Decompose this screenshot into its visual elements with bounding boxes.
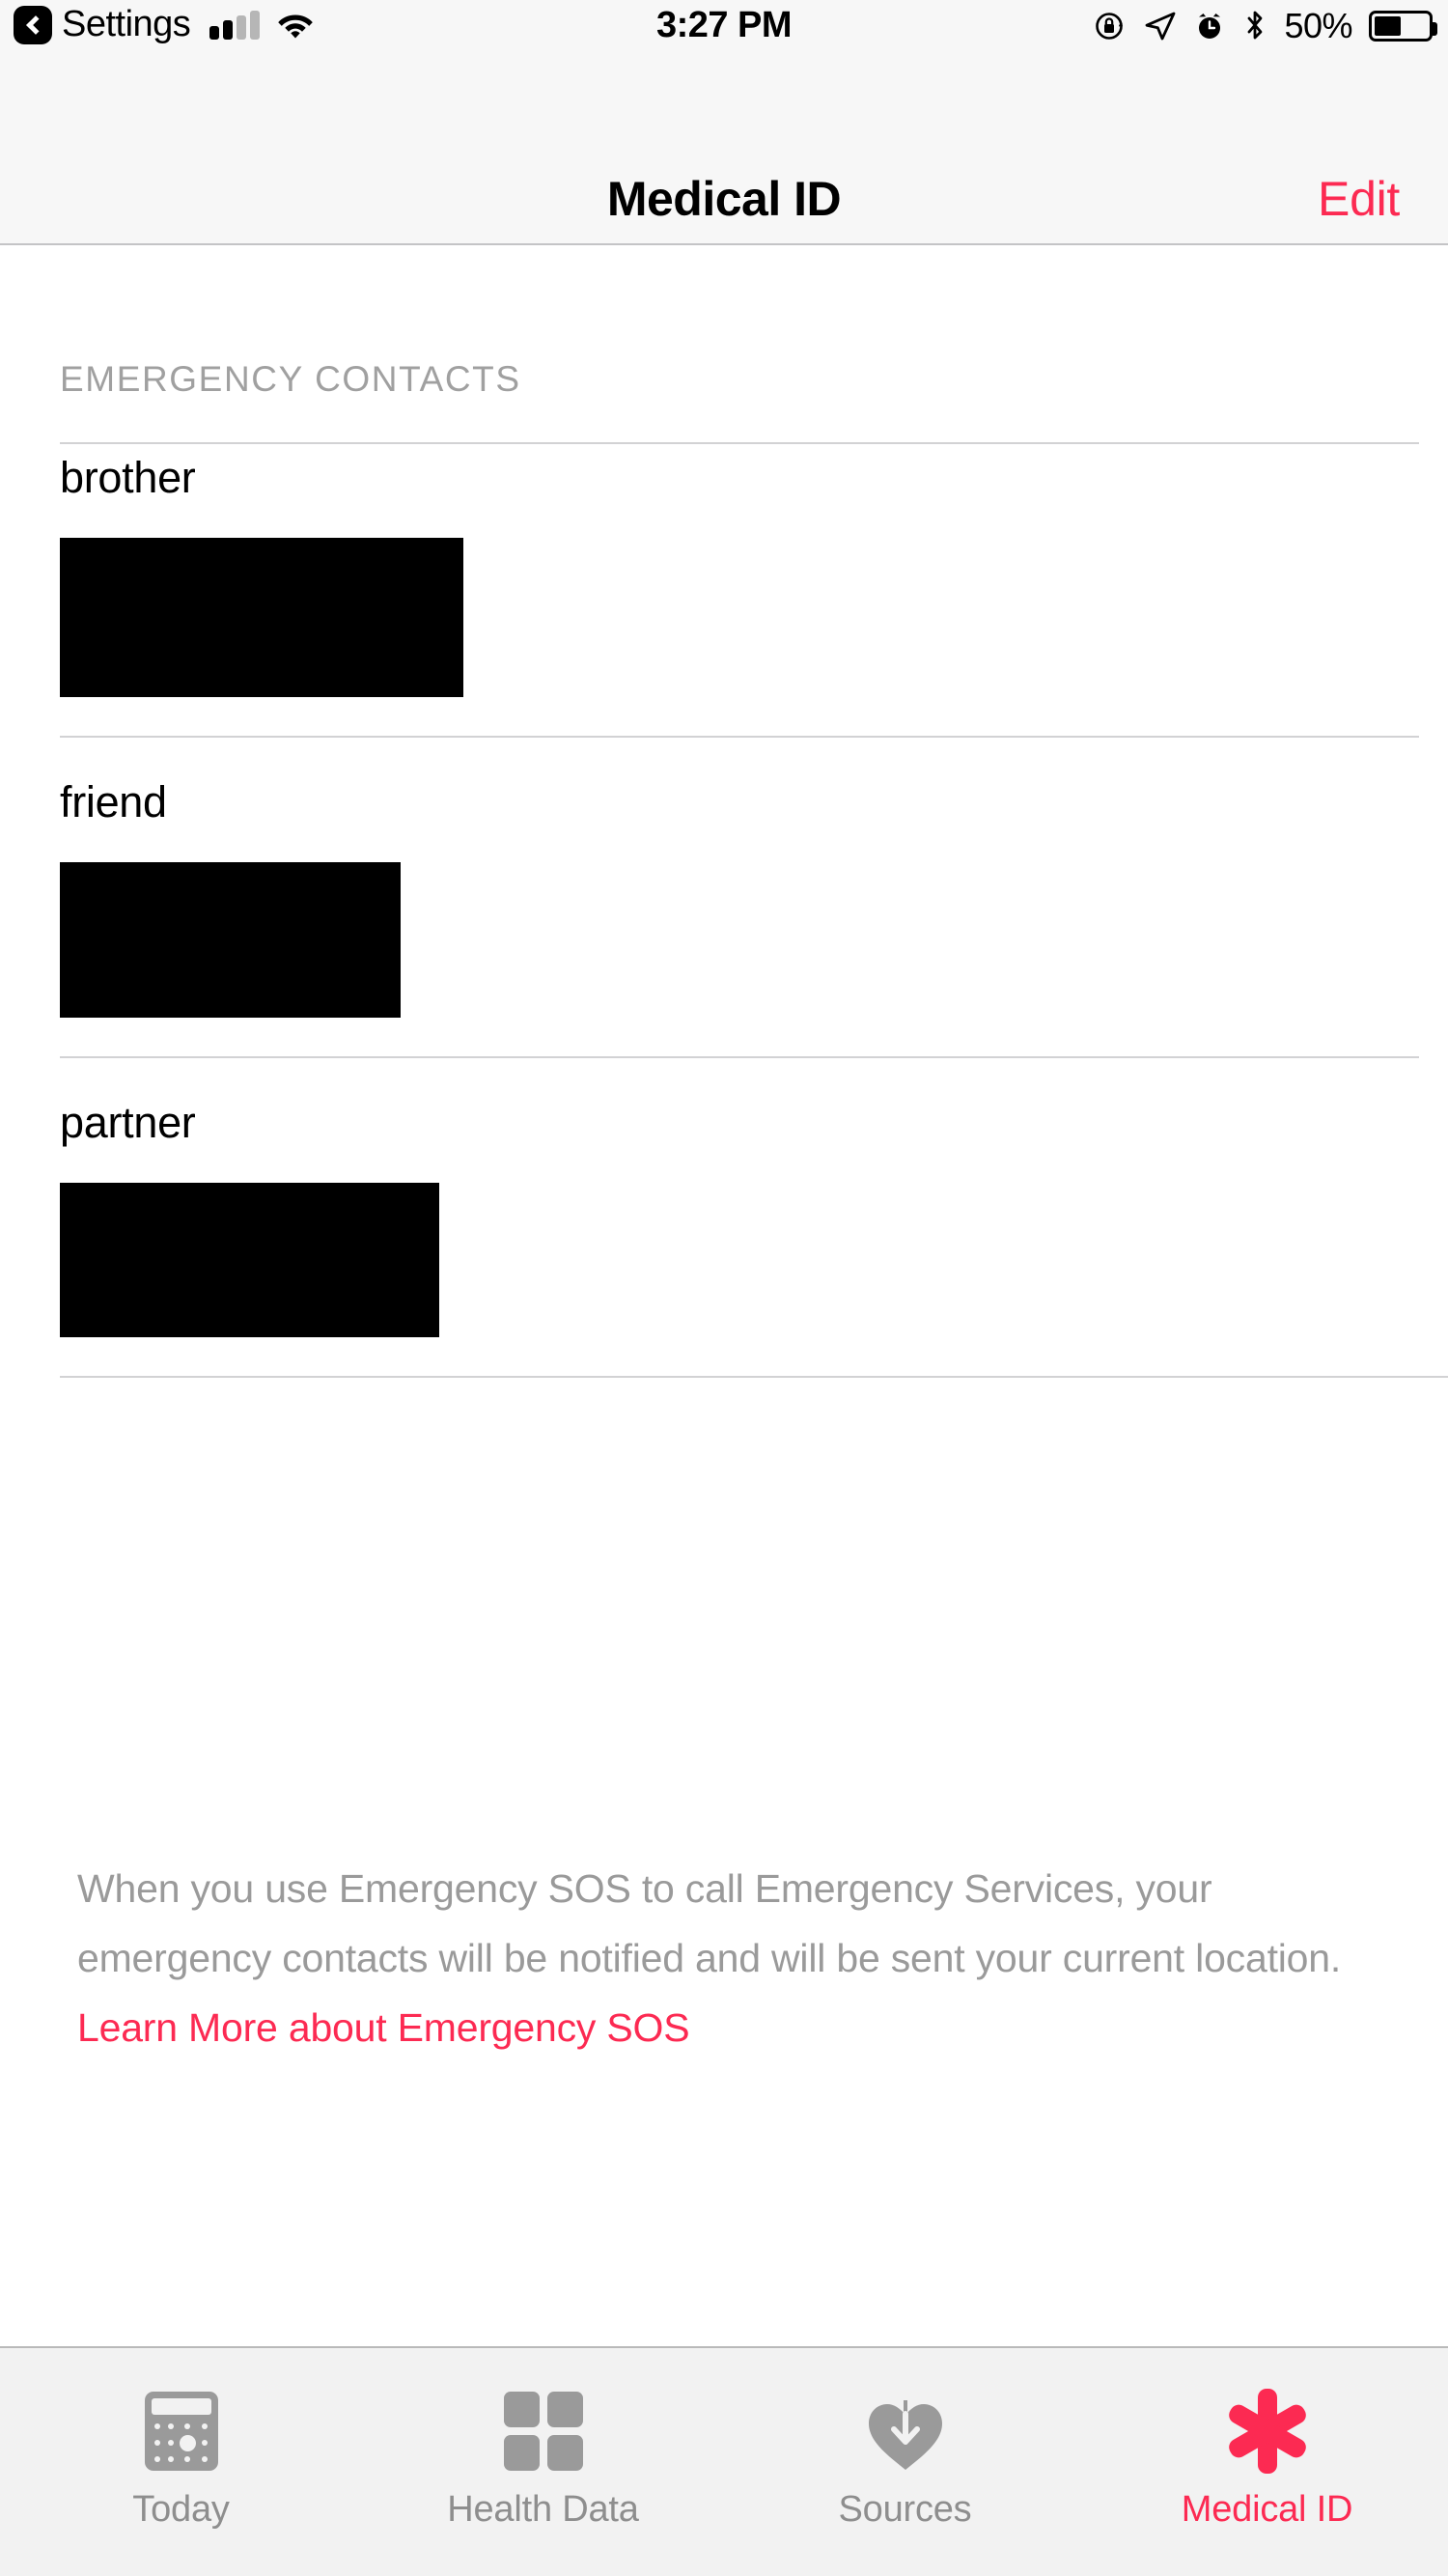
emergency-sos-footnote: When you use Emergency SOS to call Emerg… (77, 1854, 1371, 2062)
contact-value-redacted (60, 1183, 439, 1337)
tab-label-health-data: Health Data (447, 2489, 639, 2530)
battery-fill (1375, 16, 1401, 36)
page-title: Medical ID (606, 172, 842, 226)
contact-relationship-label: partner (60, 1098, 196, 1147)
alarm-clock-icon (1193, 10, 1226, 42)
calendar-today-icon (144, 2385, 218, 2478)
status-bar-right: 50% (1093, 6, 1437, 46)
battery-nub (1433, 22, 1437, 36)
rotation-lock-icon (1093, 9, 1128, 43)
separator (60, 1056, 1419, 1058)
emergency-contact-row[interactable]: friend (60, 780, 401, 1018)
contact-relationship-label: brother (60, 453, 196, 502)
location-arrow-icon (1144, 10, 1177, 42)
section-header-emergency-contacts: EMERGENCY CONTACTS (60, 359, 521, 399)
tab-medical-id[interactable]: Medical ID (1086, 2348, 1448, 2576)
tab-label-sources: Sources (838, 2489, 972, 2530)
contact-value-redacted (60, 538, 463, 697)
tab-bar: Today Health Data Sources Medical ID (0, 2346, 1448, 2576)
emergency-contact-row[interactable]: partner (60, 1101, 439, 1337)
bluetooth-icon (1242, 9, 1267, 43)
tab-today[interactable]: Today (0, 2348, 362, 2576)
tab-label-medical-id: Medical ID (1181, 2489, 1353, 2530)
medical-asterisk-icon (1224, 2385, 1311, 2478)
medical-id-screen: Settings 3:27 PM 50% Medical ID Edit EME… (0, 0, 1448, 2576)
status-bar: Settings 3:27 PM 50% (0, 0, 1448, 60)
grid-squares-icon (503, 2385, 583, 2478)
battery-icon (1369, 11, 1437, 42)
battery-percent-label: 50% (1284, 6, 1352, 45)
navigation-bar: Medical ID Edit (0, 60, 1448, 245)
learn-more-link[interactable]: Learn More about Emergency SOS (77, 2005, 690, 2050)
footnote-text: When you use Emergency SOS to call Emerg… (77, 1866, 1342, 1980)
contact-value-redacted (60, 862, 401, 1018)
content-area: EMERGENCY CONTACTS brother friend partner … (0, 245, 1448, 2346)
heart-download-icon (859, 2385, 952, 2478)
edit-button[interactable]: Edit (1318, 171, 1400, 227)
contact-relationship-label: friend (60, 777, 167, 826)
tab-health-data[interactable]: Health Data (362, 2348, 724, 2576)
separator (60, 442, 1419, 444)
separator (60, 1376, 1448, 1378)
tab-label-today: Today (132, 2489, 230, 2530)
emergency-contact-row[interactable]: brother (60, 456, 463, 697)
tab-sources[interactable]: Sources (724, 2348, 1086, 2576)
separator (60, 736, 1419, 738)
